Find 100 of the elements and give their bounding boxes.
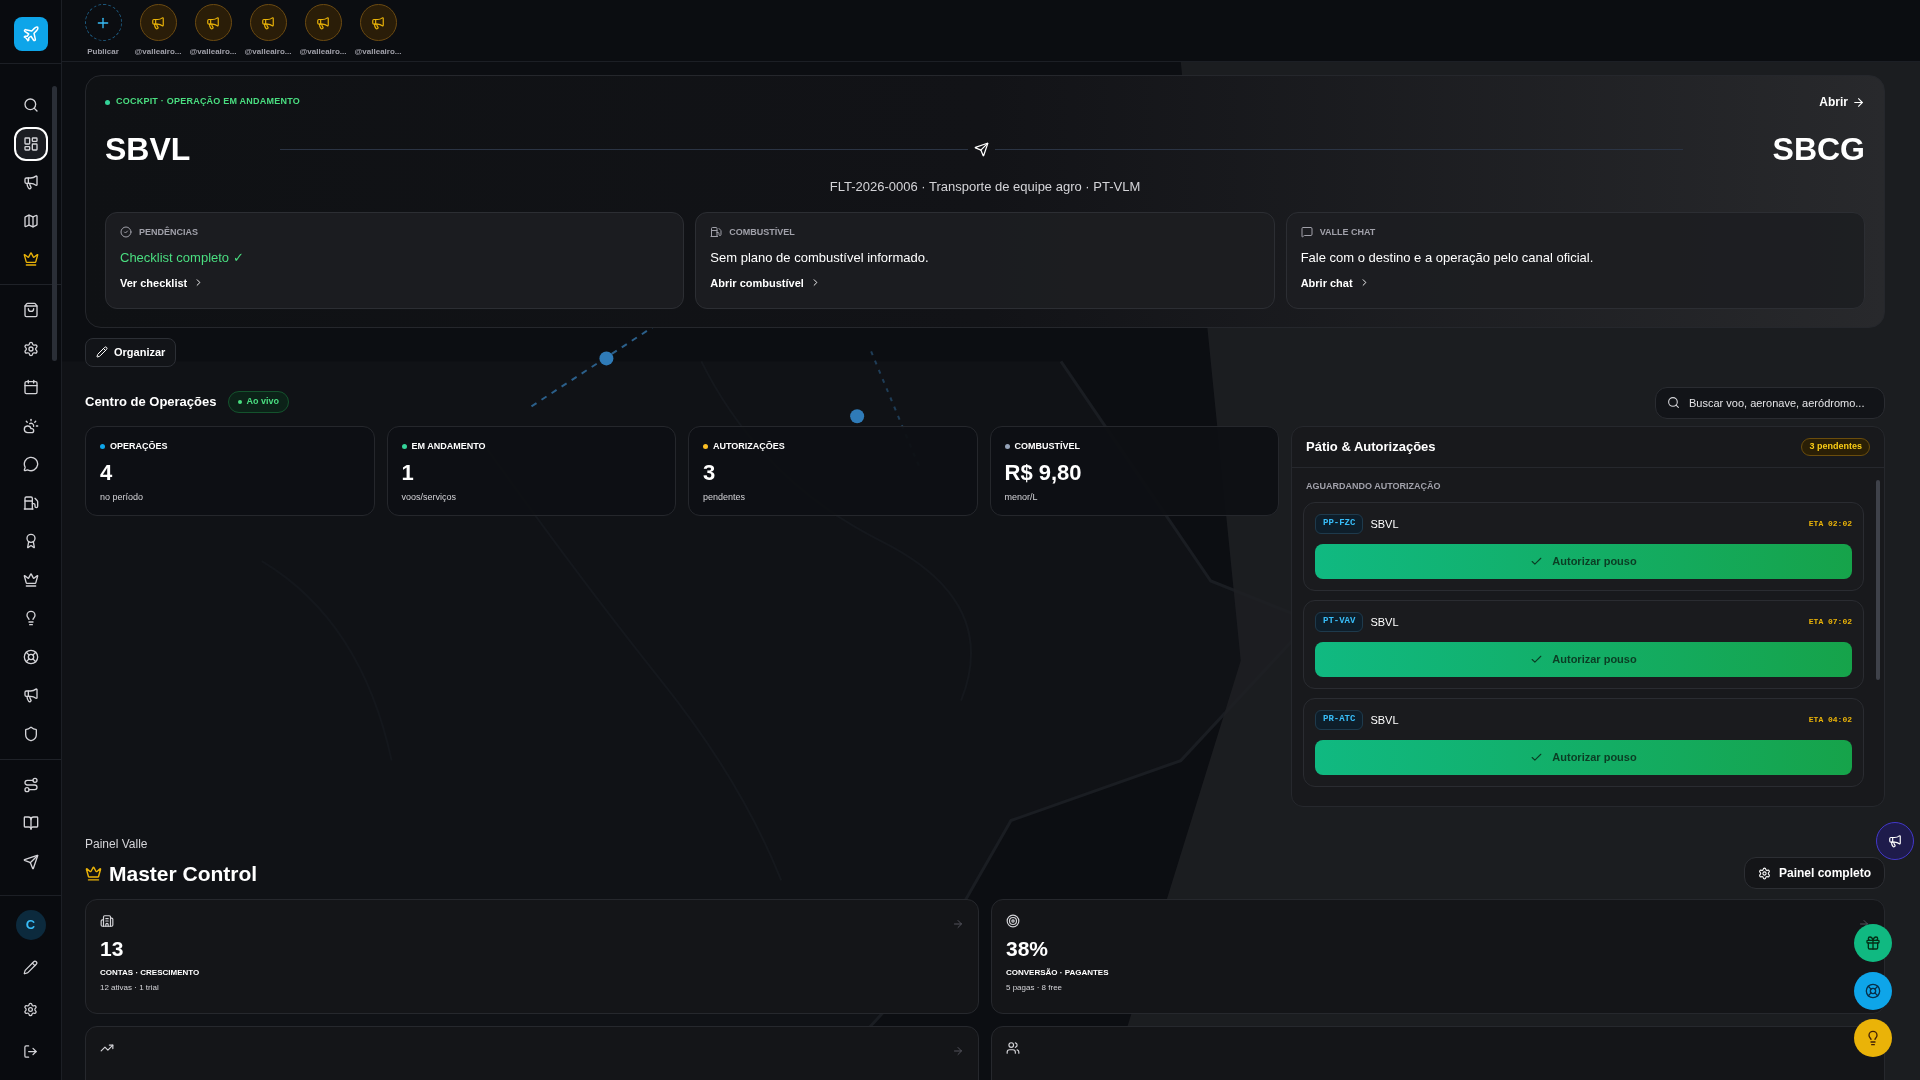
story-label: Publicar (87, 46, 119, 58)
story-avatar[interactable] (249, 4, 287, 41)
card-text: Checklist completo ✓ (120, 249, 245, 267)
pending-badge: 3 pendentes (1801, 437, 1870, 456)
megaphone-icon (371, 15, 385, 30)
gift-icon (1865, 935, 1881, 951)
stat-label: EM ANDAMENTO (411, 439, 486, 453)
metric-value: 38% (1006, 936, 1050, 962)
metric-value: 13 (100, 936, 125, 962)
send-icon (22, 853, 39, 870)
book-icon (22, 815, 39, 831)
arrow-right-icon (952, 1045, 964, 1057)
check-icon (1530, 555, 1544, 568)
metric-detail: 5 pagas · 8 free (1006, 981, 1064, 994)
card-title: VALLE CHAT (1319, 225, 1376, 239)
card-title: COMBUSTÍVEL (729, 225, 795, 239)
arrow-right-icon (952, 918, 964, 930)
stat-caption: voos/serviços (401, 491, 458, 504)
story-label: @valleairo... (134, 46, 182, 58)
stat-caption: no período (100, 491, 145, 504)
eta-time: ETA 04:02 (1808, 714, 1852, 726)
route-icon (22, 776, 39, 793)
card-link[interactable]: Ver checklist (120, 274, 205, 291)
megaphone-icon (1888, 834, 1902, 848)
stat-value: R$ 9,80 (1004, 459, 1083, 487)
metric-label: CONTAS · CRESCIMENTO (100, 966, 201, 979)
destination-code: SBCG (1772, 130, 1865, 169)
lifebuoy-icon (1865, 983, 1881, 999)
bag-icon (22, 302, 39, 318)
cockpit-status: COCKPIT · OPERAÇÃO EM ANDAMENTO (116, 95, 300, 109)
lifebuoy-icon (22, 648, 39, 665)
plane-icon (21, 25, 40, 43)
chat-icon (1300, 226, 1313, 239)
story-label: @valleairo... (189, 46, 237, 58)
stat-value: 1 (401, 459, 415, 487)
fuel-pump-icon (710, 226, 723, 239)
card-text: Fale com o destino e a operação pelo canal oficial. (1300, 249, 1595, 267)
airport-code: SBVL (1370, 712, 1399, 728)
panel-title: Pátio & Autorizações (1306, 437, 1436, 456)
building-icon (100, 914, 114, 928)
card-text: Sem plano de combustível informado. (710, 249, 930, 267)
story-avatar[interactable] (304, 4, 342, 41)
eta-time: ETA 07:02 (1808, 616, 1852, 628)
section-title: Centro de Operações (85, 392, 217, 411)
metric-detail: 12 ativas · 1 trial (100, 981, 160, 994)
story-avatar[interactable] (139, 4, 177, 41)
card-link[interactable]: Abrir chat (1300, 274, 1370, 291)
stat-label: OPERAÇÕES (110, 439, 168, 453)
target-icon (1006, 914, 1020, 928)
dashboard-icon (22, 135, 39, 152)
stat-label: COMBUSTÍVEL (1014, 439, 1080, 453)
fuel-pump-icon (22, 494, 39, 511)
story-avatar[interactable] (359, 4, 397, 41)
megaphone-icon (22, 687, 39, 703)
section-title: Master Control (109, 860, 258, 887)
stat-value: 4 (100, 459, 114, 487)
stat-caption: pendentes (703, 491, 747, 504)
eta-time: ETA 02:02 (1808, 518, 1852, 530)
stat-label: AUTORIZAÇÕES (713, 439, 785, 453)
users-icon (1006, 1041, 1020, 1055)
card-link[interactable]: Abrir combustível (710, 274, 821, 291)
organize-button[interactable]: Organizar (85, 337, 177, 367)
search-field[interactable]: Buscar voo, aeronave, aeródromo... (1655, 386, 1885, 419)
megaphone-icon (151, 15, 165, 30)
user-avatar[interactable]: C (15, 910, 46, 940)
open-link[interactable]: Abrir (1819, 93, 1865, 111)
arrow-right-icon (1852, 95, 1865, 109)
airport-code: SBVL (1370, 516, 1399, 532)
authorize-button[interactable]: Autorizar pouso (1315, 642, 1852, 677)
chat-icon (22, 456, 39, 472)
authorize-button[interactable]: Autorizar pouso (1315, 544, 1852, 579)
scrollbar[interactable] (52, 86, 57, 361)
check-icon (1530, 751, 1544, 764)
crown-icon (22, 251, 39, 267)
full-panel-button[interactable]: Painel completo (1743, 857, 1885, 889)
megaphone-icon (261, 15, 275, 30)
megaphone-icon (206, 15, 220, 30)
search-icon (1667, 395, 1680, 409)
plane-icon (973, 141, 989, 157)
crown-icon (22, 571, 39, 588)
check-icon (1530, 653, 1544, 666)
megaphone-icon (22, 174, 39, 190)
map-icon (22, 212, 39, 229)
story-label: @valleairo... (299, 46, 347, 58)
story-avatar[interactable] (194, 4, 232, 41)
settings-icon (22, 340, 39, 357)
airport-code: SBVL (1370, 614, 1399, 630)
settings-icon (23, 1001, 38, 1017)
check-circle-icon (120, 226, 132, 239)
tail-tag: PP-FZC (1315, 514, 1364, 534)
megaphone-icon (316, 15, 330, 30)
dashboard-button[interactable] (13, 126, 48, 161)
tail-tag: PT-VAV (1315, 612, 1364, 632)
card-title: PENDÊNCIAS (139, 225, 198, 239)
logout-icon (23, 1043, 38, 1059)
calendar-icon (22, 379, 39, 395)
app-logo[interactable] (13, 17, 48, 51)
flight-info: FLT-2026-0006 · Transporte de equipe agro · PT-VLM (829, 178, 1141, 196)
authorize-button[interactable]: Autorizar pouso (1315, 740, 1852, 775)
stat-caption: menor/L (1004, 491, 1039, 504)
